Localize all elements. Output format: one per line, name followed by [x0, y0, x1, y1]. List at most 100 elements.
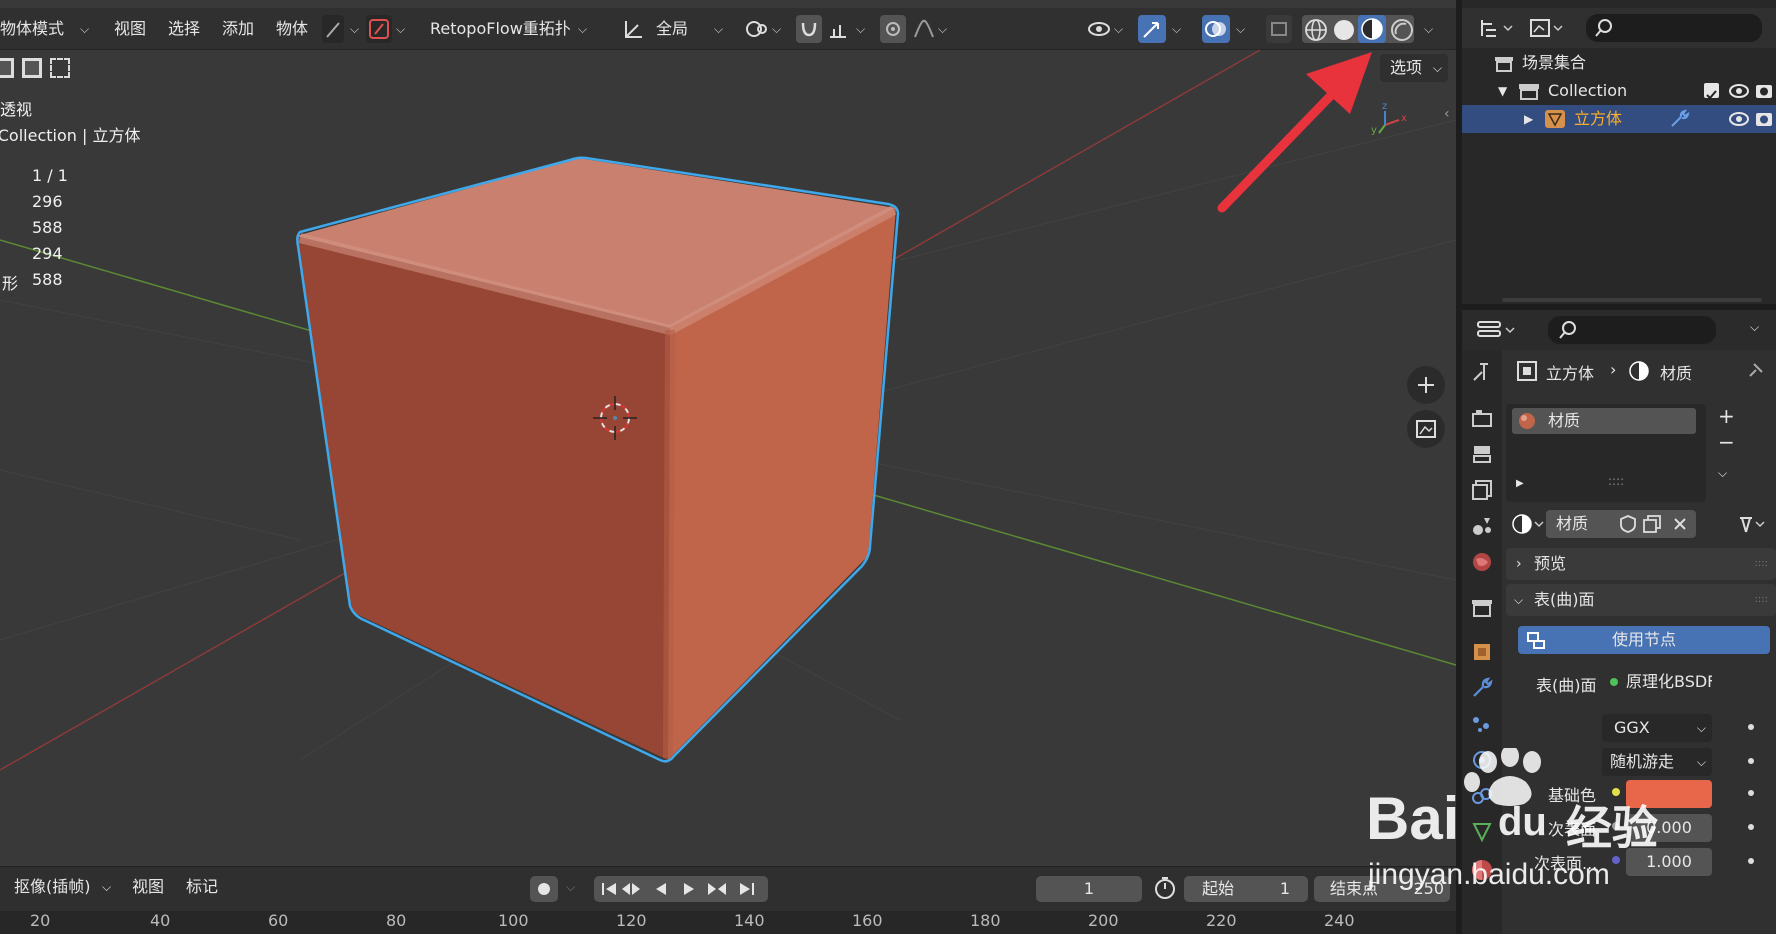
camera-icon[interactable] [1754, 109, 1774, 129]
annotate-tool-button[interactable] [322, 15, 344, 43]
collection-tab-icon[interactable] [1470, 596, 1494, 620]
resize-handle-icon[interactable]: :::: [1608, 474, 1624, 488]
transform-orientation-dropdown[interactable]: 全局 [656, 8, 688, 50]
subsurface-value-field[interactable]: 0.000 [1626, 814, 1712, 842]
3d-viewport[interactable]: x y z 物体模式 ⌵ 视图 选择 添加 物体 ⌵ ⌵ RetopoFlow重… [0, 0, 1456, 866]
timeline-ruler[interactable]: 20 40 60 80 100 120 140 160 180 200 220 … [0, 911, 1456, 934]
chevron-down-icon[interactable]: ⌵ [1718, 466, 1727, 481]
outliner-row-scene-collection[interactable]: 场景集合 [1462, 49, 1776, 77]
camera-view-button[interactable] [1407, 410, 1445, 448]
camera-icon[interactable] [1754, 81, 1774, 101]
keyframe-dot-icon[interactable] [1748, 824, 1754, 830]
timeline-marker-menu[interactable]: 标记 [186, 867, 218, 907]
xray-toggle-button[interactable] [1266, 15, 1292, 43]
particles-tab-icon[interactable] [1470, 712, 1494, 736]
material-tab-icon[interactable] [1470, 858, 1494, 882]
subsurface-method-dropdown[interactable]: 随机游走 ⌵ [1602, 748, 1712, 776]
brush-tool-button[interactable] [366, 15, 392, 43]
playback-icons[interactable] [594, 876, 768, 902]
outliner-search-input[interactable] [1586, 14, 1762, 42]
rendered-shading-icon[interactable] [1390, 18, 1414, 42]
data-tab-icon[interactable] [1470, 820, 1494, 844]
output-tab-icon[interactable] [1470, 442, 1494, 466]
properties-search-input[interactable] [1548, 316, 1716, 344]
end-frame-field[interactable]: 结束点 250 [1314, 876, 1450, 902]
constraints-tab-icon[interactable] [1470, 784, 1494, 808]
keyframe-dot-icon[interactable] [1748, 790, 1754, 796]
menu-select[interactable]: 选择 [168, 8, 200, 50]
zoom-button[interactable] [1407, 366, 1445, 404]
start-frame-field[interactable]: 起始 1 [1184, 876, 1308, 902]
falloff-icon[interactable] [912, 17, 936, 41]
proportional-edit-button[interactable] [880, 15, 906, 43]
drag-handle-icon[interactable]: :::: [1755, 584, 1768, 616]
keyframe-dot-icon[interactable] [1748, 758, 1754, 764]
tool-tab-icon[interactable] [1470, 360, 1494, 384]
drag-handle-icon[interactable]: :::: [1755, 548, 1768, 580]
fake-user-icon[interactable] [1618, 514, 1638, 534]
world-tab-icon[interactable] [1470, 550, 1494, 574]
duplicate-icon[interactable] [1642, 514, 1662, 534]
options-dropdown[interactable]: 选项 ⌵ [1380, 54, 1448, 82]
gizmo-toggle-button[interactable] [1138, 15, 1166, 43]
subsurface-radius-field[interactable]: 1.000 [1626, 848, 1712, 876]
keyframe-dot-icon[interactable] [1748, 724, 1754, 730]
navigation-gizmo[interactable]: x y z [1371, 101, 1407, 136]
close-icon[interactable] [1670, 514, 1690, 534]
view-layer-tab-icon[interactable] [1470, 478, 1494, 502]
keyframe-dot-icon[interactable] [1748, 858, 1754, 864]
remove-slot-icon[interactable]: − [1718, 430, 1735, 454]
select-new-icon[interactable] [0, 58, 14, 78]
display-mode-icon[interactable] [1528, 16, 1564, 40]
expand-arrow-icon[interactable]: ▼ [1498, 77, 1507, 105]
properties-editor-type-icon[interactable] [1476, 318, 1516, 342]
playback-menu[interactable]: 抠像(插帧) [14, 867, 91, 907]
eye-icon[interactable] [1728, 110, 1750, 128]
material-slot-row[interactable]: 材质 [1512, 408, 1696, 434]
add-slot-icon[interactable]: + [1718, 404, 1735, 428]
outliner-scrollbar[interactable] [1502, 298, 1762, 302]
overlay-toggle-button[interactable] [1202, 15, 1230, 43]
pin-icon[interactable] [1744, 360, 1766, 382]
outliner-row-cube[interactable]: ▶ 立方体 [1462, 105, 1776, 133]
timeline-view-menu[interactable]: 视图 [132, 867, 164, 907]
outliner-row-collection[interactable]: ▼ Collection [1462, 77, 1776, 105]
surface-shader-field[interactable]: 原理化BSDF [1602, 668, 1712, 696]
scene-tab-icon[interactable] [1470, 514, 1494, 538]
surface-panel-header[interactable]: ⌵ 表(曲)面 :::: [1506, 584, 1776, 616]
menu-add[interactable]: 添加 [222, 8, 254, 50]
material-name-field[interactable]: 材质 [1546, 510, 1696, 538]
chevron-down-icon[interactable]: ⌵ [1750, 320, 1759, 335]
stopwatch-icon[interactable] [1152, 875, 1178, 901]
retopoflow-menu[interactable]: RetopoFlow重拓扑 [430, 8, 571, 50]
use-nodes-button[interactable]: 使用节点 [1518, 626, 1770, 654]
material-browse-icon[interactable] [1510, 512, 1546, 536]
visibility-icon[interactable] [1086, 17, 1112, 41]
base-color-swatch[interactable] [1626, 780, 1712, 808]
menu-view[interactable]: 视图 [114, 8, 146, 50]
select-extend-icon[interactable] [22, 58, 42, 78]
menu-object[interactable]: 物体 [276, 8, 308, 50]
preview-panel-header[interactable]: › 预览 :::: [1506, 548, 1776, 580]
render-tab-icon[interactable] [1470, 406, 1494, 430]
pivot-icon[interactable] [744, 17, 770, 41]
editor-type-icon[interactable] [1478, 16, 1514, 40]
expand-arrow-icon[interactable]: ▶ [1524, 105, 1533, 133]
snap-target-icon[interactable] [826, 17, 850, 41]
modifier-tab-icon[interactable] [1470, 676, 1494, 700]
physics-tab-icon[interactable] [1470, 748, 1494, 772]
select-subtract-icon[interactable] [50, 58, 70, 78]
material-preview-button[interactable] [1358, 15, 1386, 43]
record-button[interactable] [530, 876, 558, 902]
solid-shading-icon[interactable] [1332, 18, 1356, 42]
snap-toggle-button[interactable] [796, 15, 822, 43]
mode-selector[interactable]: 物体模式 [0, 8, 64, 50]
eye-icon[interactable] [1728, 82, 1750, 100]
wireframe-shading-icon[interactable] [1304, 18, 1328, 42]
expand-arrow-icon[interactable]: ▶ [1516, 478, 1524, 489]
sidebar-toggle-icon[interactable]: ‹ [1444, 106, 1450, 122]
checkbox-icon[interactable] [1704, 83, 1719, 100]
node-link-icon[interactable] [1736, 512, 1776, 536]
wrench-icon[interactable] [1668, 109, 1690, 129]
object-tab-icon[interactable] [1470, 640, 1494, 664]
